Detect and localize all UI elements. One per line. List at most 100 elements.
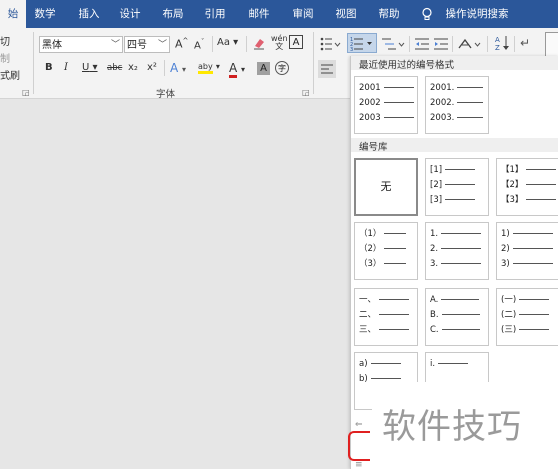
subscript-button[interactable]: x₂ <box>128 62 138 73</box>
tile-number: B. <box>430 310 439 320</box>
change-case-button[interactable]: Aa ▾ <box>217 37 238 48</box>
tell-me-search[interactable]: 操作说明搜索 <box>442 0 512 28</box>
cut-button[interactable]: 切 <box>0 33 10 48</box>
tile-number: 2003 <box>359 113 381 123</box>
numbering-format-tile[interactable]: 【1】 【2】 【3】 <box>496 158 558 216</box>
change-list-level-icon[interactable]: ⇐ <box>355 420 363 430</box>
numbering-format-tile[interactable]: 一、 二、 三、 <box>354 288 418 346</box>
numbering-format-tile[interactable]: A. B. C. <box>425 288 489 346</box>
tile-number: 2002. <box>430 98 455 108</box>
red-annotation-mark <box>348 431 370 461</box>
set-numbering-value-icon[interactable]: ≡ <box>355 460 363 469</box>
divider <box>409 36 410 52</box>
tile-number: a) <box>359 359 368 369</box>
font-size-value: 四号 <box>127 40 147 51</box>
font-size-select[interactable]: 四号 ﹀ <box>124 36 170 53</box>
italic-button[interactable]: I <box>64 62 68 73</box>
decrease-indent-icon[interactable] <box>414 36 430 52</box>
watermark-text: 软件技巧 <box>382 407 522 447</box>
font-family-select[interactable]: 黑体 ﹀ <box>39 36 123 53</box>
numbering-none-tile[interactable]: 无 <box>354 158 418 216</box>
multilevel-list-icon[interactable] <box>380 36 406 52</box>
tile-number: [2] <box>430 180 443 190</box>
bullets-icon[interactable] <box>320 36 342 52</box>
tab-home[interactable]: 始 <box>0 0 26 28</box>
underline-button[interactable]: U ▾ <box>82 62 98 73</box>
clipboard-launcher-icon[interactable]: ◲ <box>22 88 30 97</box>
tab-references[interactable]: 引用 <box>200 0 230 28</box>
highlight-color-button[interactable]: aby ▾ <box>198 61 220 74</box>
tile-number: C. <box>430 325 439 335</box>
clear-formatting-icon[interactable] <box>252 36 266 50</box>
grow-font-icon[interactable]: A^ <box>175 37 188 51</box>
tile-number: 2002 <box>359 98 381 108</box>
superscript-button[interactable]: x² <box>147 62 157 73</box>
tab-review[interactable]: 审阅 <box>288 0 318 28</box>
change-case-label: Aa <box>217 37 230 48</box>
copy-button[interactable]: 制 <box>0 50 10 65</box>
chevron-down-icon: ﹀ <box>110 40 120 50</box>
character-border-label: A <box>292 37 300 48</box>
tile-number: 1) <box>501 229 510 239</box>
align-left-icon[interactable] <box>318 60 336 78</box>
increase-indent-icon[interactable] <box>433 36 449 52</box>
sort-icon[interactable]: AZ <box>494 34 510 52</box>
lightbulb-icon <box>420 7 434 21</box>
font-color-button[interactable]: A ▾ <box>229 61 245 78</box>
numbering-format-tile[interactable]: （1） （2） （3） <box>354 222 418 280</box>
tile-number: 2001. <box>430 83 455 93</box>
numbering-format-tile[interactable]: 1. 2. 3. <box>425 222 489 280</box>
divider <box>452 36 453 52</box>
font-launcher-icon[interactable]: ◲ <box>302 88 310 97</box>
recent-numbering-format[interactable]: 2001. 2002. 2003. <box>425 76 489 134</box>
font-group-label: 字体 <box>156 89 176 100</box>
tab-design[interactable]: 设计 <box>115 0 145 28</box>
numbering-format-tile[interactable]: 1) 2) 3) <box>496 222 558 280</box>
phonetic-label: wén <box>271 34 288 43</box>
tile-number: 2003. <box>430 113 455 123</box>
tab-help[interactable]: 帮助 <box>374 0 404 28</box>
show-formatting-marks-icon[interactable]: ↵ <box>520 36 534 52</box>
asian-layout-icon[interactable] <box>457 36 483 52</box>
enclose-characters-button[interactable]: 字 <box>275 61 289 75</box>
recent-numbering-format[interactable]: 2001 2002 2003 <box>354 76 418 134</box>
shading-label: A <box>260 63 267 74</box>
tile-number: 2. <box>430 244 439 254</box>
svg-text:A: A <box>495 36 500 44</box>
divider <box>487 36 488 52</box>
tab-layout[interactable]: 布局 <box>158 0 188 28</box>
tile-number: （1） <box>359 229 382 239</box>
format-painter-label: 式刷 <box>0 71 20 82</box>
divider <box>514 36 515 52</box>
tab-insert[interactable]: 插入 <box>74 0 104 28</box>
character-border-icon[interactable]: A <box>289 35 303 49</box>
shrink-font-label: A <box>194 40 201 52</box>
tab-mailings[interactable]: 邮件 <box>244 0 274 28</box>
divider <box>164 60 165 76</box>
tile-number: 【3】 <box>501 195 524 205</box>
numbering-button[interactable]: 123 <box>347 33 377 53</box>
svg-text:3: 3 <box>350 47 353 52</box>
tile-number: A. <box>430 295 439 305</box>
tile-number: 2) <box>501 244 510 254</box>
tab-math[interactable]: 数学 <box>30 0 60 28</box>
group-divider <box>313 32 314 94</box>
phonetic-guide-button[interactable]: wén 文 <box>271 35 288 51</box>
character-shading-button[interactable]: A <box>257 62 270 75</box>
shrink-font-icon[interactable]: Aˇ <box>194 38 204 51</box>
bold-button[interactable]: B <box>45 62 53 73</box>
tile-number: 3. <box>430 259 439 269</box>
divider <box>212 36 213 52</box>
grow-font-label: A <box>175 37 183 51</box>
recent-formats-title: 最近使用过的编号格式 <box>359 60 455 71</box>
numbering-format-tile[interactable]: [1] [2] [3] <box>425 158 489 216</box>
strikethrough-button[interactable]: abc <box>107 63 122 73</box>
document-canvas[interactable] <box>0 99 350 469</box>
numbering-format-tile[interactable]: (一) (二) (三) <box>496 288 558 346</box>
ribbon-tab-bar: 始 数学 插入 设计 布局 引用 邮件 审阅 视图 帮助 操作说明搜索 <box>0 0 558 28</box>
text-effects-button[interactable]: A ▾ <box>170 61 186 75</box>
tab-view[interactable]: 视图 <box>331 0 361 28</box>
tile-number: (三) <box>501 325 517 335</box>
format-painter-button[interactable]: 式刷 <box>0 67 20 82</box>
tile-number: 三、 <box>359 325 377 335</box>
